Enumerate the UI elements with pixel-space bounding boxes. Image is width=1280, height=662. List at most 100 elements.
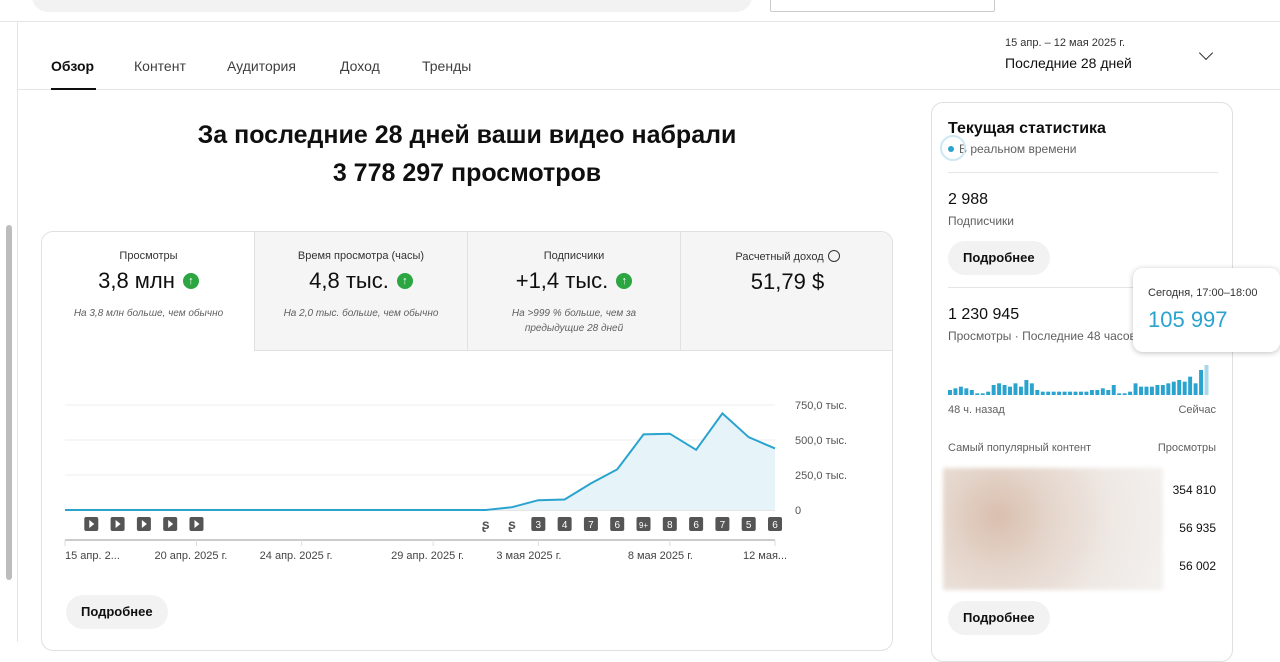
views-48h-label: Просмотры · Последние 48 часов bbox=[948, 329, 1136, 343]
marker-count: 8 bbox=[667, 520, 673, 531]
x-tick-label: 24 апр. 2025 г. bbox=[260, 550, 333, 562]
realtime-bar bbox=[1134, 383, 1138, 395]
metric-revenue[interactable]: Расчетный доход 51,79 $ bbox=[680, 232, 893, 351]
realtime-bar bbox=[1150, 387, 1154, 395]
realtime-bar bbox=[1166, 383, 1170, 395]
content-thumbnails-blurred[interactable] bbox=[943, 468, 1163, 590]
realtime-bar bbox=[1014, 383, 1018, 395]
video-marker-play bbox=[111, 517, 125, 531]
metric-note: На 2,0 тыс. больше, чем обычно bbox=[275, 306, 447, 321]
video-marker-play bbox=[84, 517, 98, 531]
tooltip-value: 105 997 bbox=[1148, 307, 1228, 333]
marker-count: 4 bbox=[562, 520, 568, 531]
tab-revenue[interactable]: Доход bbox=[340, 58, 380, 74]
subscribers-more-button[interactable]: Подробнее bbox=[948, 241, 1050, 275]
realtime-bar bbox=[959, 387, 963, 395]
x-tick-label: 20 апр. 2025 г. bbox=[154, 550, 227, 562]
metric-label: Подписчики bbox=[468, 250, 680, 262]
video-marker-6: 6 bbox=[768, 517, 782, 531]
x-tick-label: 29 апр. 2025 г. bbox=[391, 550, 464, 562]
realtime-card: Текущая статистика В реальном времени 2 … bbox=[931, 102, 1233, 662]
realtime-bar bbox=[953, 388, 957, 395]
x-tick-label: 15 апр. 2... bbox=[65, 550, 120, 562]
page-headline: За последние 28 дней ваши видео набрали3… bbox=[42, 116, 892, 192]
video-marker-shorts: ʂ bbox=[505, 516, 519, 532]
realtime-bar bbox=[1019, 387, 1023, 395]
video-marker-play bbox=[163, 517, 177, 531]
realtime-bar bbox=[1035, 390, 1039, 395]
realtime-bar bbox=[1052, 392, 1056, 395]
tooltip: Сегодня, 17:00–18:00 105 997 bbox=[1133, 268, 1280, 352]
clock-icon bbox=[828, 250, 840, 262]
bars-from-label: 48 ч. назад bbox=[948, 404, 1005, 416]
y-tick-label: 250,0 тыс. bbox=[795, 470, 847, 482]
metric-subscribers[interactable]: Подписчики +1,4 тыс.↑ На >999 % больше, … bbox=[467, 232, 680, 351]
realtime-bar bbox=[1090, 390, 1094, 395]
video-marker-5: 5 bbox=[742, 517, 756, 531]
video-marker-play bbox=[189, 517, 203, 531]
top-content-more-button[interactable]: Подробнее bbox=[948, 601, 1050, 635]
tab-trends[interactable]: Тренды bbox=[422, 58, 471, 74]
metric-value: 4,8 тыс. bbox=[309, 268, 389, 294]
metric-value: 3,8 млн bbox=[98, 268, 175, 294]
more-button[interactable]: Подробнее bbox=[66, 595, 168, 629]
top-value-2: 56 935 bbox=[1179, 521, 1216, 535]
realtime-bar bbox=[1188, 377, 1192, 395]
realtime-bar bbox=[1139, 387, 1143, 395]
realtime-bar bbox=[986, 392, 990, 395]
date-range-label[interactable]: Последние 28 дней bbox=[1005, 55, 1132, 71]
realtime-bar bbox=[1183, 382, 1187, 395]
subscribers-count: 2 988 bbox=[948, 191, 988, 209]
tab-overview[interactable]: Обзор bbox=[51, 58, 94, 74]
realtime-bar bbox=[1199, 370, 1203, 395]
metric-label: Расчетный доход bbox=[735, 251, 823, 263]
x-tick-label: 3 мая 2025 г. bbox=[496, 550, 561, 562]
realtime-bar bbox=[1145, 387, 1149, 395]
realtime-bar bbox=[1177, 380, 1181, 395]
subscribers-label: Подписчики bbox=[948, 214, 1014, 228]
video-marker-3: 3 bbox=[531, 517, 545, 531]
realtime-bar bbox=[1057, 392, 1061, 395]
realtime-live: В реальном времени bbox=[948, 142, 1076, 156]
realtime-title: Текущая статистика bbox=[948, 120, 1106, 138]
top-views-label: Просмотры bbox=[1158, 442, 1216, 454]
realtime-bar bbox=[1003, 385, 1007, 395]
realtime-bar bbox=[981, 393, 985, 395]
metric-views[interactable]: Просмотры 3,8 млн↑ На 3,8 млн больше, че… bbox=[42, 232, 255, 351]
realtime-bar bbox=[1024, 380, 1028, 395]
top-content-label: Самый популярный контент bbox=[948, 442, 1091, 454]
shorts-icon: ʂ bbox=[482, 516, 490, 532]
video-marker-9+: 9+ bbox=[637, 517, 651, 531]
tab-content[interactable]: Контент bbox=[134, 58, 186, 74]
top-dropdown[interactable] bbox=[770, 0, 995, 12]
marker-count: 9+ bbox=[639, 521, 648, 530]
date-range-dates[interactable]: 15 апр. – 12 мая 2025 г. bbox=[1005, 37, 1125, 49]
realtime-bar bbox=[1008, 387, 1012, 395]
arrow-up-icon: ↑ bbox=[183, 273, 199, 289]
realtime-bar bbox=[1172, 382, 1176, 395]
metric-watch-time[interactable]: Время просмотра (часы) 4,8 тыс.↑ На 2,0 … bbox=[254, 232, 467, 351]
metric-value: +1,4 тыс. bbox=[516, 268, 609, 294]
arrow-up-icon: ↑ bbox=[397, 273, 413, 289]
tab-audience[interactable]: Аудитория bbox=[227, 58, 296, 74]
y-tick-label: 500,0 тыс. bbox=[795, 435, 847, 447]
metric-note: На 3,8 млн больше, чем обычно bbox=[62, 306, 235, 321]
realtime-bar bbox=[992, 385, 996, 395]
realtime-bar bbox=[1117, 393, 1121, 395]
realtime-bar bbox=[1079, 392, 1083, 395]
realtime-bar bbox=[1161, 385, 1165, 395]
video-marker-8: 8 bbox=[663, 517, 677, 531]
arrow-up-icon: ↑ bbox=[616, 273, 632, 289]
marker-count: 3 bbox=[536, 520, 542, 531]
top-bar bbox=[0, 0, 1280, 22]
area-fill bbox=[65, 413, 775, 510]
video-marker-4: 4 bbox=[558, 517, 572, 531]
realtime-bar bbox=[1063, 392, 1067, 395]
realtime-bar bbox=[964, 388, 968, 395]
realtime-bar bbox=[1128, 392, 1132, 395]
search-input[interactable] bbox=[32, 0, 752, 12]
realtime-bar bbox=[1205, 365, 1209, 395]
video-marker-6: 6 bbox=[610, 517, 624, 531]
realtime-bar bbox=[1084, 392, 1088, 395]
realtime-bar bbox=[1101, 388, 1105, 395]
